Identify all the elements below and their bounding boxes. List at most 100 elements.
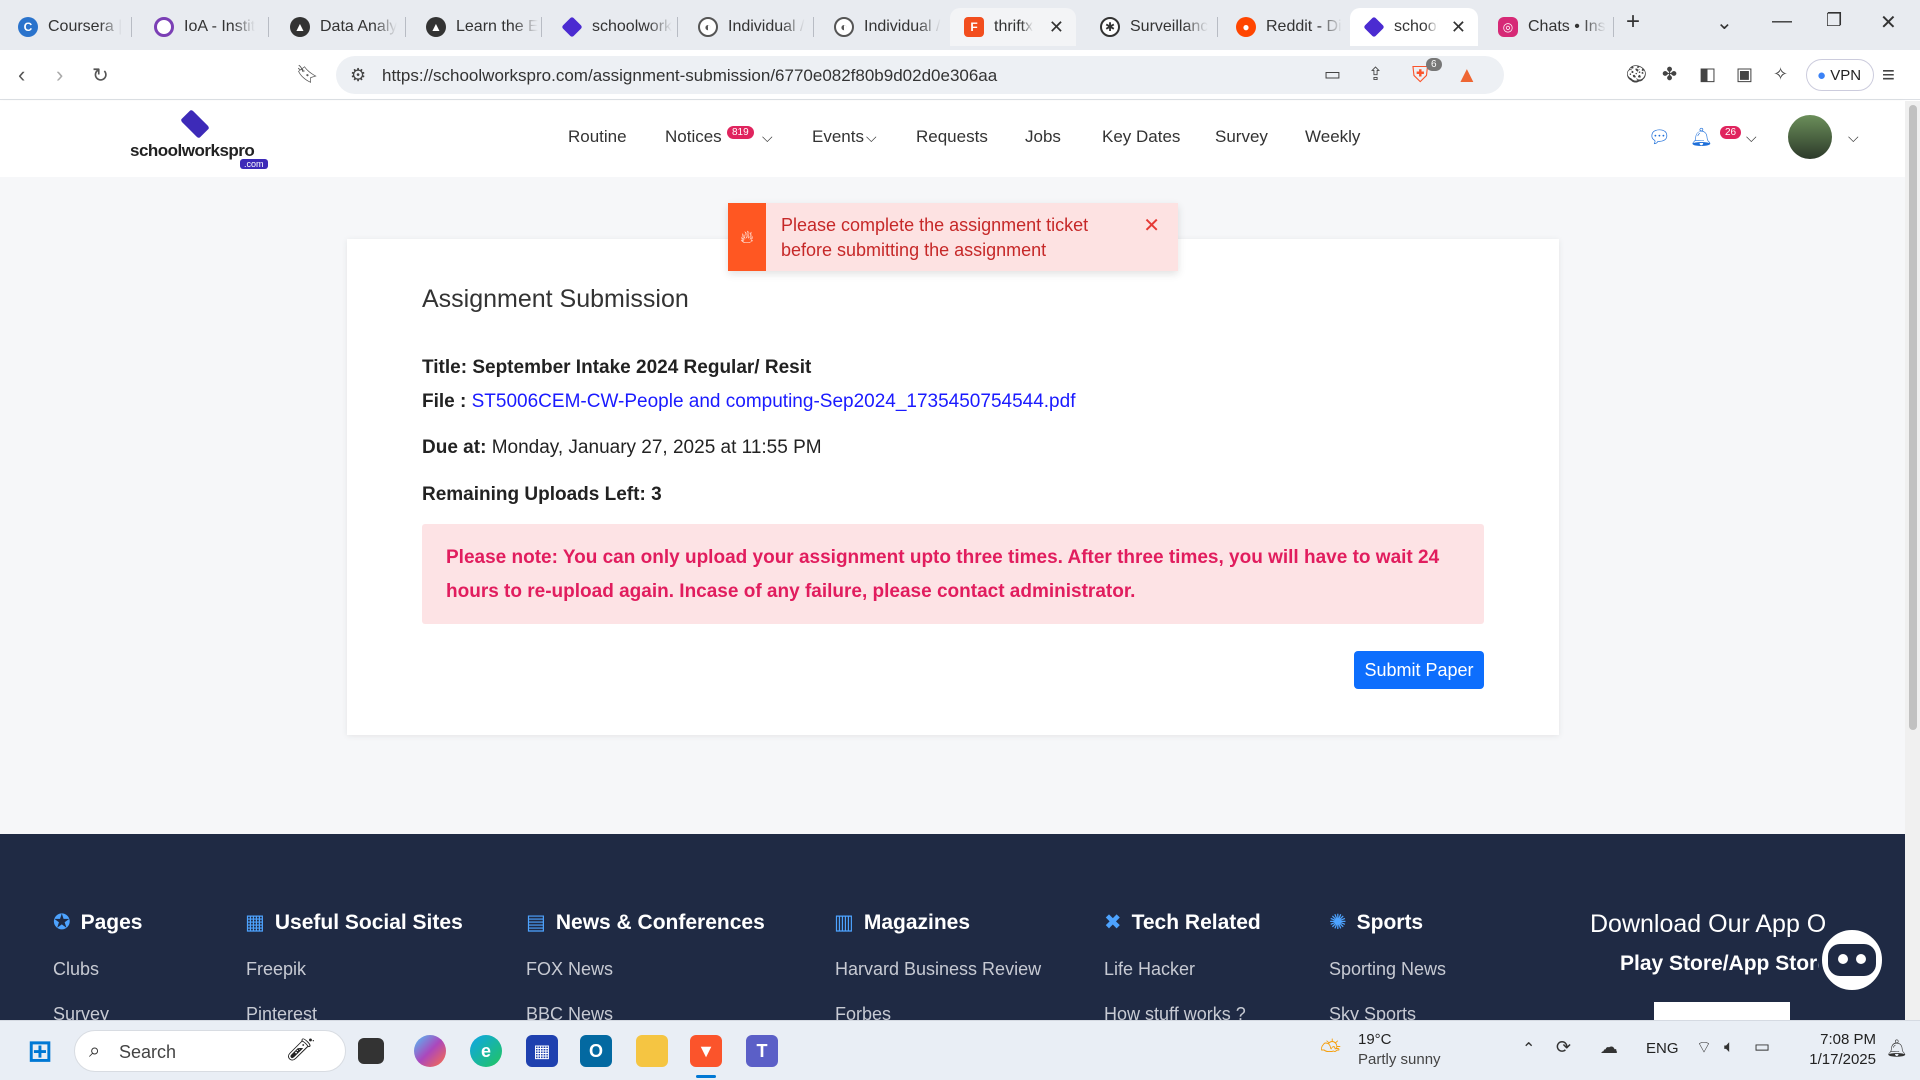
chevron-down-icon[interactable]: ⌵ <box>762 129 773 146</box>
nav-notices[interactable]: Notices <box>665 127 722 147</box>
minimize-button[interactable]: — <box>1772 10 1792 33</box>
tab-surveillance[interactable]: ✱ Surveillanc <box>1086 8 1212 46</box>
reload-icon[interactable]: ↻ <box>92 63 109 88</box>
windows-start-icon[interactable]: ⊞ <box>24 1035 56 1068</box>
onedrive-icon[interactable]: ☁ <box>1600 1037 1618 1058</box>
nav-key-dates[interactable]: Key Dates <box>1102 127 1180 147</box>
site-logo[interactable]: schoolworkspro .com <box>130 109 270 169</box>
chatbot-icon[interactable] <box>1818 926 1886 994</box>
tab-schoolworks-active[interactable]: school ✕ <box>1350 8 1478 46</box>
schoolworks-icon <box>1363 16 1385 38</box>
battery-icon[interactable]: ▭ <box>1754 1037 1770 1057</box>
notification-center-icon[interactable]: 🔔︎ <box>1886 1039 1908 1059</box>
bell-icon[interactable]: 🔔︎ <box>1690 127 1713 148</box>
nav-survey[interactable]: Survey <box>1215 127 1268 147</box>
task-view-icon[interactable] <box>358 1038 384 1064</box>
extensions-icon[interactable]: ✤ <box>1662 64 1677 85</box>
error-toast: 🔥︎ Please complete the assignment ticket… <box>728 203 1178 271</box>
sidebar-icon[interactable]: ◧ <box>1699 64 1716 85</box>
nav-jobs[interactable]: Jobs <box>1025 127 1061 147</box>
openai-icon: ✱ <box>1100 17 1120 37</box>
address-toolbar: ‹ › ↻ 🔖︎ ⚙ https://schoolworkspro.com/as… <box>0 50 1920 100</box>
file-explorer-icon[interactable] <box>636 1035 668 1067</box>
clock-time[interactable]: 7:08 PM <box>1806 1031 1876 1048</box>
chat-icon[interactable]: 💬︎ <box>1648 127 1671 148</box>
taskbar-search[interactable]: ⌕ Search 🧪︎ <box>74 1030 346 1072</box>
submit-paper-button[interactable]: Submit Paper <box>1354 651 1484 689</box>
ioa-icon <box>154 17 174 37</box>
footer-link[interactable]: Clubs <box>53 959 99 980</box>
menu-icon[interactable]: ≡ <box>1882 62 1895 88</box>
fire-icon: 🔥︎ <box>728 203 766 271</box>
assignment-title: Title: September Intake 2024 Regular/ Re… <box>422 357 812 378</box>
site-footer: ✪ Pages Clubs Survey ▦ Useful Social Sites… <box>0 834 1905 1024</box>
tab-search-chevron-icon[interactable]: ⌄ <box>1716 10 1733 35</box>
edge-icon[interactable]: e <box>470 1035 502 1067</box>
forward-icon[interactable]: › <box>56 62 63 88</box>
chevron-down-icon[interactable]: ⌵ <box>1848 129 1859 146</box>
weather-desc[interactable]: Partly sunny <box>1358 1051 1441 1068</box>
close-icon[interactable]: ✕ <box>1143 213 1160 238</box>
globe-icon: ◐ <box>698 17 718 37</box>
tab-coursera[interactable]: C Coursera | <box>4 8 130 46</box>
site-settings-icon[interactable]: ⚙ <box>350 65 366 86</box>
tab-data-analytics[interactable]: ▲ Data Analy <box>276 8 402 46</box>
chevron-down-icon[interactable]: ⌵ <box>1746 129 1757 146</box>
brave-browser-icon[interactable]: ▼ <box>690 1035 722 1067</box>
cookie-extension-icon[interactable]: 🍪︎ <box>1625 64 1648 85</box>
footer-link[interactable]: FOX News <box>526 959 613 980</box>
clock-date[interactable]: 1/17/2025 <box>1796 1051 1876 1068</box>
tab-instagram[interactable]: ◎ Chats • Ins <box>1484 8 1610 46</box>
coursera-icon: C <box>18 17 38 37</box>
weather-temp[interactable]: 19°C <box>1358 1031 1392 1048</box>
leo-ai-icon[interactable]: ✧ <box>1773 64 1788 85</box>
tab-learn[interactable]: ▲ Learn the E <box>412 8 538 46</box>
store-icon[interactable]: ▦ <box>526 1035 558 1067</box>
close-tab-icon[interactable]: ✕ <box>1451 17 1466 38</box>
volume-icon[interactable]: 🔈︎ <box>1724 1037 1734 1057</box>
bookmark-icon[interactable]: 🔖︎ <box>296 64 319 85</box>
teams-icon[interactable]: T <box>746 1035 778 1067</box>
footer-link[interactable]: Freepik <box>246 959 306 980</box>
outlook-icon[interactable]: O <box>580 1035 612 1067</box>
footer-link[interactable]: Life Hacker <box>1104 959 1195 980</box>
share-icon[interactable]: ⇪ <box>1368 64 1383 85</box>
footer-link[interactable]: Sporting News <box>1329 959 1446 980</box>
url-bar[interactable]: ⚙ https://schoolworkspro.com/assignment-… <box>336 56 1504 94</box>
url-text[interactable]: https://schoolworkspro.com/assignment-su… <box>382 66 997 86</box>
language-indicator[interactable]: ENG <box>1646 1040 1679 1057</box>
file-link[interactable]: ST5006CEM-CW-People and computing-Sep202… <box>472 391 1076 412</box>
vpn-button[interactable]: ● VPN <box>1806 59 1874 91</box>
tab-reddit[interactable]: ● Reddit - Di <box>1222 8 1348 46</box>
close-window-button[interactable]: ✕ <box>1880 10 1897 35</box>
wallet-icon[interactable]: ▣ <box>1736 64 1753 85</box>
tab-thriftx[interactable]: Fthriftx ✕ <box>950 8 1076 46</box>
footer-heading-tech: ✖ Tech Related <box>1104 911 1261 934</box>
tab-individual-1[interactable]: ◐ Individual / <box>684 8 810 46</box>
close-tab-icon[interactable]: ✕ <box>1049 17 1064 38</box>
tab-schoolworks-1[interactable]: schoolwork <box>548 8 674 46</box>
restore-button[interactable]: ❐ <box>1826 10 1842 31</box>
sync-icon[interactable]: ⟳ <box>1556 1037 1571 1058</box>
chevron-down-icon[interactable]: ⌵ <box>866 129 877 146</box>
nav-routine[interactable]: Routine <box>568 127 627 147</box>
footer-heading-sports: ✺ Sports <box>1329 911 1424 934</box>
tab-individual-2[interactable]: ◐ Individual / <box>820 8 946 46</box>
brave-rewards-icon[interactable]: ▲ <box>1456 62 1478 88</box>
scrollbar-thumb[interactable] <box>1909 105 1917 730</box>
cast-icon[interactable]: ▭ <box>1324 64 1341 85</box>
avatar[interactable] <box>1788 115 1832 159</box>
new-tab-button[interactable]: + <box>1626 8 1640 36</box>
reddit-icon: ● <box>1236 17 1256 37</box>
notification-badge: 26 <box>1720 126 1742 139</box>
nav-weekly[interactable]: Weekly <box>1305 127 1360 147</box>
chevron-up-icon[interactable]: ⌃ <box>1522 1039 1535 1059</box>
copilot-icon[interactable] <box>414 1035 446 1067</box>
tab-ioa[interactable]: IoA - Instit <box>140 8 266 46</box>
wifi-icon[interactable]: ⌔ <box>1696 1037 1712 1058</box>
nav-requests[interactable]: Requests <box>916 127 988 147</box>
footer-link[interactable]: Harvard Business Review <box>835 959 1041 980</box>
footer-heading-magazines: ▥ Magazines <box>834 911 971 934</box>
nav-events[interactable]: Events <box>812 127 864 147</box>
back-icon[interactable]: ‹ <box>18 62 25 88</box>
